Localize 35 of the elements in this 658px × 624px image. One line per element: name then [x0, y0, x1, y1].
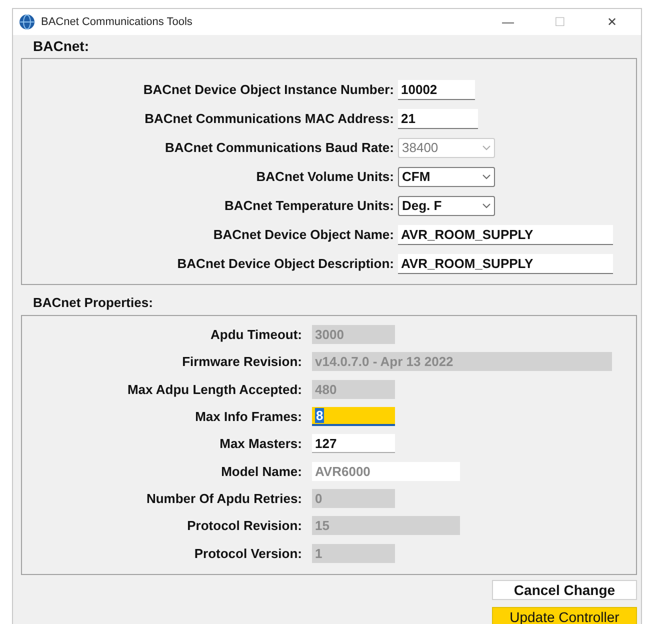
input-field[interactable]: 10002	[398, 80, 475, 100]
field-label: BACnet Device Object Name:	[212, 227, 394, 242]
field-label: Max Masters:	[218, 436, 302, 452]
caret-icon	[482, 174, 491, 180]
input-field[interactable]: 8	[312, 407, 395, 426]
window-title: BACnet Communications Tools	[41, 16, 194, 28]
dropdown-field[interactable]: Deg. F	[398, 196, 495, 216]
section-title: BACnet Properties:	[32, 294, 154, 312]
field-label: Protocol Revision:	[186, 518, 302, 534]
caret-icon	[482, 144, 491, 150]
minimize-button[interactable]: —	[485, 15, 531, 29]
field-label: BACnet Communications Baud Rate:	[164, 140, 394, 155]
input-field[interactable]: 127	[312, 434, 395, 454]
close-button[interactable]: ✕	[589, 15, 635, 29]
field-label: Max Info Frames:	[194, 409, 302, 424]
field-label: BACnet Communications MAC Address:	[144, 111, 394, 126]
field-label: BACnet Temperature Units:	[223, 198, 394, 213]
field-label: Model Name:	[220, 464, 302, 479]
input-field[interactable]: 21	[398, 108, 478, 128]
input-field[interactable]: AVR6000	[312, 462, 460, 481]
dropdown-field[interactable]: CFM	[398, 166, 495, 186]
field-label: Protocol Version:	[193, 546, 302, 561]
caret-icon	[482, 202, 491, 208]
field-label: BACnet Device Object Instance Number:	[142, 82, 394, 97]
field-label: Apdu Timeout:	[210, 327, 302, 342]
field-label: Number Of Apdu Retries:	[145, 490, 302, 506]
input-field[interactable]: AVR_ROOM_SUPPLY	[398, 224, 613, 244]
field-label: BACnet Device Object Description:	[176, 256, 394, 271]
field-label: Firmware Revision:	[181, 354, 302, 370]
field-label: BACnet Volume Units:	[255, 169, 394, 184]
section-title: BACnet:	[32, 37, 90, 55]
cancel-button[interactable]: Cancel Change	[492, 580, 637, 600]
input-field[interactable]: AVR_ROOM_SUPPLY	[398, 254, 613, 274]
globe-icon	[19, 14, 35, 30]
field-label: Max Adpu Length Accepted:	[126, 382, 302, 397]
